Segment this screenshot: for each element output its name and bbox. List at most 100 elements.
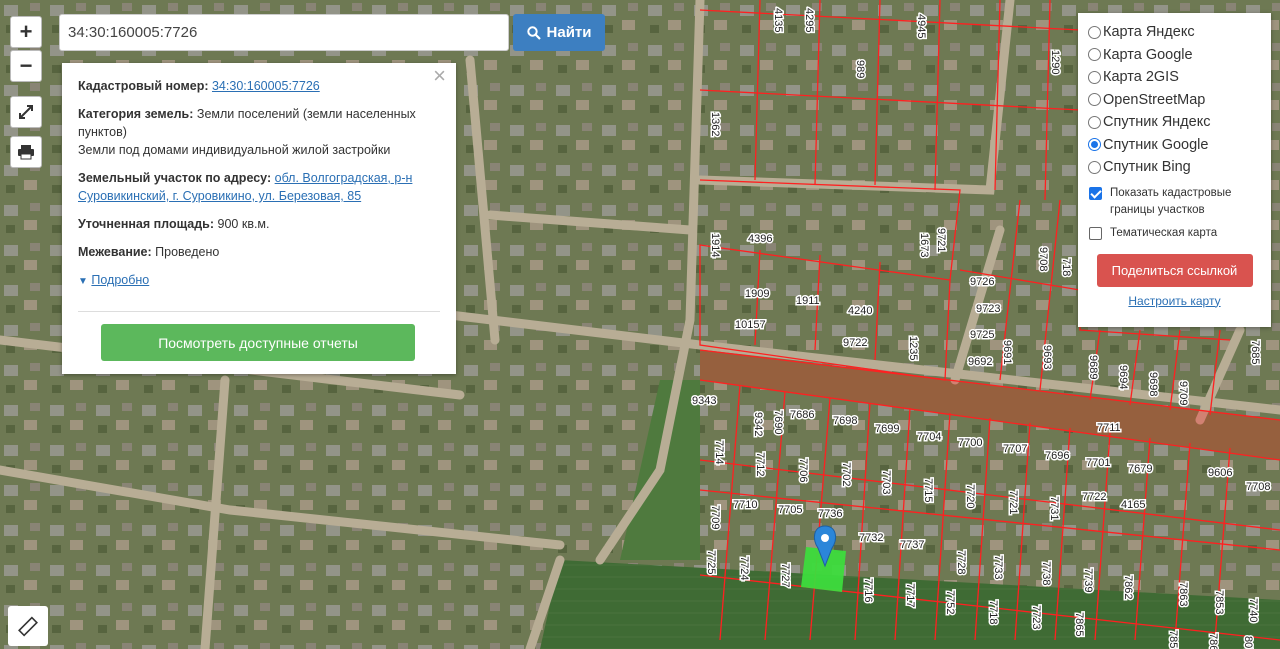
parcel-number-label: 1362 [709,112,721,136]
details-link[interactable]: Подробно [91,273,149,287]
parcel-number-label: 7853 [1213,590,1225,614]
share-link-button[interactable]: Поделиться ссылкой [1096,253,1253,287]
parcel-number-label: 1235 [907,336,919,360]
search-icon [526,25,541,40]
zoom-in-button[interactable]: + [10,16,42,48]
parcel-number-label: 8071 [1242,636,1254,649]
category-row: Категория земель: Земли поселений (земли… [78,107,416,157]
layer-option-label: Карта Google [1103,46,1193,63]
parcel-number-label: 7686 [790,409,814,421]
parcel-number-label: 989 [854,60,866,78]
parcel-number-label: 7715 [922,478,934,502]
radio-icon [1088,115,1101,129]
search-input[interactable] [59,14,509,51]
parcel-number-label: 1673 [918,233,930,257]
parcel-number-label: 7725 [705,550,717,574]
parcel-number-label: 4135 [772,8,784,32]
parcel-number-label: 7731 [1048,496,1060,520]
zoom-out-button[interactable]: − [10,50,42,82]
radio-icon [1088,48,1101,62]
checkbox-icon [1089,186,1102,200]
parcel-number-label: 9721 [935,228,947,252]
parcel-number-label: 9693 [1041,345,1053,369]
layer-option-label: Спутник Яндекс [1103,114,1211,131]
close-icon[interactable]: × [433,65,446,87]
radio-icon [1088,70,1101,84]
parcel-number-label: 7859 [1167,630,1179,649]
parcel-number-label: 7712 [754,452,766,476]
cadastral-row: Кадастровый номер: 34:30:160005:7726 [78,79,320,93]
parcel-number-label: 9343 [692,395,716,407]
layer-option-label: Карта 2GIS [1103,69,1179,86]
parcel-number-label: 9342 [752,412,764,436]
caret-down-icon: ▼ [78,276,88,287]
parcel-number-label: 7714 [713,440,725,464]
show-borders-checkbox[interactable]: Показать кадастровые границы участков [1088,185,1261,219]
radio-icon [1088,160,1101,174]
parcel-number-label: 9708 [1037,247,1049,271]
parcel-number-label: 7866 [1207,633,1219,649]
parcel-number-label: 7727 [779,563,791,587]
parcel-number-label: 7724 [738,556,750,580]
parcel-info-popup: × Кадастровый номер: 34:30:160005:7726 К… [62,63,456,374]
parcel-number-label: 7740 [1247,598,1259,622]
radio-icon [1088,25,1101,39]
parcel-number-label: 7709 [709,505,721,529]
parcel-number-label: 7708 [1246,481,1270,493]
thematic-map-checkbox[interactable]: Тематическая карта [1088,225,1261,242]
print-button[interactable] [10,136,42,168]
fullscreen-button[interactable] [10,96,42,128]
parcel-number-label: 7862 [1122,575,1134,599]
layer-option[interactable]: Спутник Bing [1088,156,1261,179]
parcel-number-label: 7707 [1003,443,1027,455]
layer-option-label: Спутник Bing [1103,159,1191,176]
parcel-number-label: 7728 [955,550,967,574]
radio-icon [1088,93,1101,107]
parcel-number-label: 9692 [968,356,992,368]
layer-switcher-panel: Карта Яндекс Карта Google Карта 2GIS OpenSt… [1078,13,1271,327]
parcel-number-label: 7721 [1007,490,1019,514]
expand-icon [19,105,33,119]
parcel-number-label: 7723 [1030,605,1042,629]
parcel-number-label: 7718 [987,600,999,624]
search-button-label: Найти [546,24,592,41]
parcel-number-label: 4240 [848,305,872,317]
parcel-number-label: 9691 [1001,340,1013,364]
layer-option-label: Карта Яндекс [1103,24,1195,41]
parcel-number-label: 7701 [1086,457,1110,469]
layer-option-label: Спутник Google [1103,136,1209,153]
parcel-number-label: 7752 [944,590,956,614]
layer-option[interactable]: Карта 2GIS [1088,66,1261,89]
measure-button[interactable] [8,606,48,646]
parcel-number-label: 9723 [976,303,1000,315]
parcel-number-label: 7685 [1249,340,1261,364]
survey-row: Межевание: Проведено [78,245,220,259]
parcel-number-label: 7865 [1073,612,1085,636]
ruler-icon [18,616,38,637]
layer-option[interactable]: Спутник Google [1088,134,1261,157]
layer-option[interactable]: Спутник Яндекс [1088,111,1261,134]
view-reports-button[interactable]: Посмотреть доступные отчеты [101,324,415,361]
parcel-number-label: 7739 [1082,568,1094,592]
parcel-number-label: 718 [1060,258,1072,276]
parcel-number-label: 7710 [733,499,757,511]
parcel-number-label: 7679 [1128,463,1152,475]
printer-icon [18,145,34,160]
layer-option[interactable]: Карта Google [1088,44,1261,67]
parcel-number-label: 10157 [735,319,766,331]
parcel-number-label: 1290 [1049,50,1061,74]
parcel-number-label: 7696 [1045,450,1069,462]
parcel-number-label: 1914 [709,233,721,257]
parcel-number-label: 1909 [745,288,769,300]
layer-option[interactable]: OpenStreetMap [1088,89,1261,112]
parcel-number-label: 9694 [1117,365,1129,389]
parcel-number-label: 1911 [796,295,820,307]
parcel-number-label: 7733 [992,555,1004,579]
configure-map-link[interactable]: Настроить карту [1088,294,1261,308]
search-button[interactable]: Найти [513,14,605,51]
parcel-number-label: 9689 [1087,355,1099,379]
parcel-number-label: 7738 [1040,561,1052,585]
layer-option[interactable]: Карта Яндекс [1088,21,1261,44]
parcel-number-label: 7698 [833,415,857,427]
cadastral-link[interactable]: 34:30:160005:7726 [212,79,320,93]
